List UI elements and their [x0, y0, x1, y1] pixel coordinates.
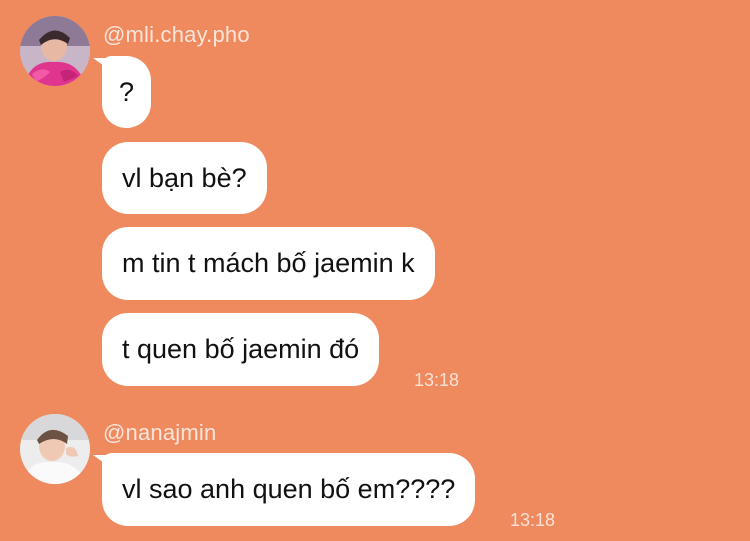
chat-view: @mli.chay.pho ? vl bạn bè? m tin t mách …: [0, 0, 750, 541]
message-text: vl bạn bè?: [122, 162, 247, 193]
message-text: t quen bố jaemin đó: [122, 334, 360, 364]
sender-name[interactable]: @nanajmin: [103, 420, 216, 446]
message-timestamp: 13:18: [510, 510, 556, 530]
message-text: m tin t mách bố jaemin k: [122, 248, 415, 278]
message-bubble[interactable]: t quen bố jaemin đó: [102, 313, 380, 386]
message-text: vl sao anh quen bố em????: [122, 474, 456, 504]
message-timestamp: 13:18: [414, 370, 460, 390]
message-text: ?: [119, 76, 135, 107]
bubble-tail: [93, 455, 107, 465]
message-bubble[interactable]: ?: [93, 56, 152, 128]
sender-avatar-2[interactable]: [20, 414, 90, 484]
message-bubble[interactable]: m tin t mách bố jaemin k: [102, 227, 435, 300]
message-bubble[interactable]: vl sao anh quen bố em????: [93, 453, 476, 526]
bubble-tail: [93, 58, 107, 68]
sender-name[interactable]: @mli.chay.pho: [103, 22, 250, 48]
user-avatar-icon: [20, 16, 90, 86]
user-avatar-icon: [20, 414, 90, 484]
sender-avatar-1[interactable]: [20, 16, 90, 86]
message-bubble[interactable]: vl bạn bè?: [102, 142, 267, 214]
